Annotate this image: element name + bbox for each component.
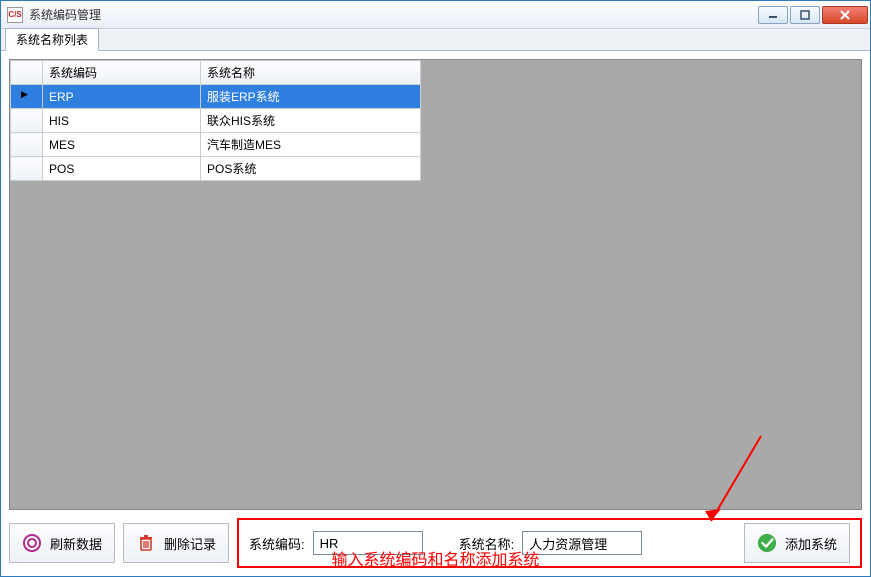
refresh-icon (22, 533, 42, 553)
table-row[interactable]: HIS 联众HIS系统 (11, 109, 421, 133)
cell-name[interactable]: 服装ERP系统 (201, 85, 421, 109)
refresh-label: 刷新数据 (50, 534, 102, 553)
cell-name[interactable]: 汽车制造MES (201, 133, 421, 157)
add-button[interactable]: 添加系统 (744, 523, 850, 563)
row-indicator (11, 133, 43, 157)
bottom-toolbar: 刷新数据 删除记录 系统编码: (9, 518, 862, 568)
tabstrip: 系统名称列表 (1, 29, 870, 51)
maximize-button[interactable] (790, 6, 820, 24)
cell-code[interactable]: MES (43, 133, 201, 157)
row-indicator (11, 85, 43, 109)
cell-code[interactable]: HIS (43, 109, 201, 133)
window-buttons (758, 6, 868, 24)
row-indicator (11, 109, 43, 133)
refresh-button[interactable]: 刷新数据 (9, 523, 115, 563)
minimize-button[interactable] (758, 6, 788, 24)
delete-label: 删除记录 (164, 534, 216, 553)
window: C/S 系统编码管理 系统名称列表 系统编码 系统名称 (0, 0, 871, 577)
content: 系统编码 系统名称 ERP 服装ERP系统 HIS 联众HIS系统 (1, 51, 870, 576)
titlebar: C/S 系统编码管理 (1, 1, 870, 29)
code-input[interactable] (313, 531, 423, 555)
cell-name[interactable]: POS系统 (201, 157, 421, 181)
cell-name[interactable]: 联众HIS系统 (201, 109, 421, 133)
data-grid[interactable]: 系统编码 系统名称 ERP 服装ERP系统 HIS 联众HIS系统 (9, 59, 862, 510)
code-label: 系统编码: (249, 534, 305, 553)
tab-system-names[interactable]: 系统名称列表 (5, 28, 99, 51)
cell-code[interactable]: POS (43, 157, 201, 181)
table-row[interactable]: ERP 服装ERP系统 (11, 85, 421, 109)
add-form: 系统编码: 系统名称: 添加系统 (237, 518, 862, 568)
window-title: 系统编码管理 (29, 6, 758, 23)
column-header-name[interactable]: 系统名称 (201, 61, 421, 85)
close-button[interactable] (822, 6, 868, 24)
row-header-corner (11, 61, 43, 85)
name-label: 系统名称: (459, 534, 515, 553)
row-indicator (11, 157, 43, 181)
column-header-code[interactable]: 系统编码 (43, 61, 201, 85)
cell-code[interactable]: ERP (43, 85, 201, 109)
add-label: 添加系统 (785, 534, 837, 553)
table-row[interactable]: MES 汽车制造MES (11, 133, 421, 157)
name-input[interactable] (522, 531, 642, 555)
table-row[interactable]: POS POS系统 (11, 157, 421, 181)
delete-button[interactable]: 删除记录 (123, 523, 229, 563)
check-icon (757, 533, 777, 553)
trash-icon (136, 533, 156, 553)
app-icon: C/S (7, 7, 23, 23)
